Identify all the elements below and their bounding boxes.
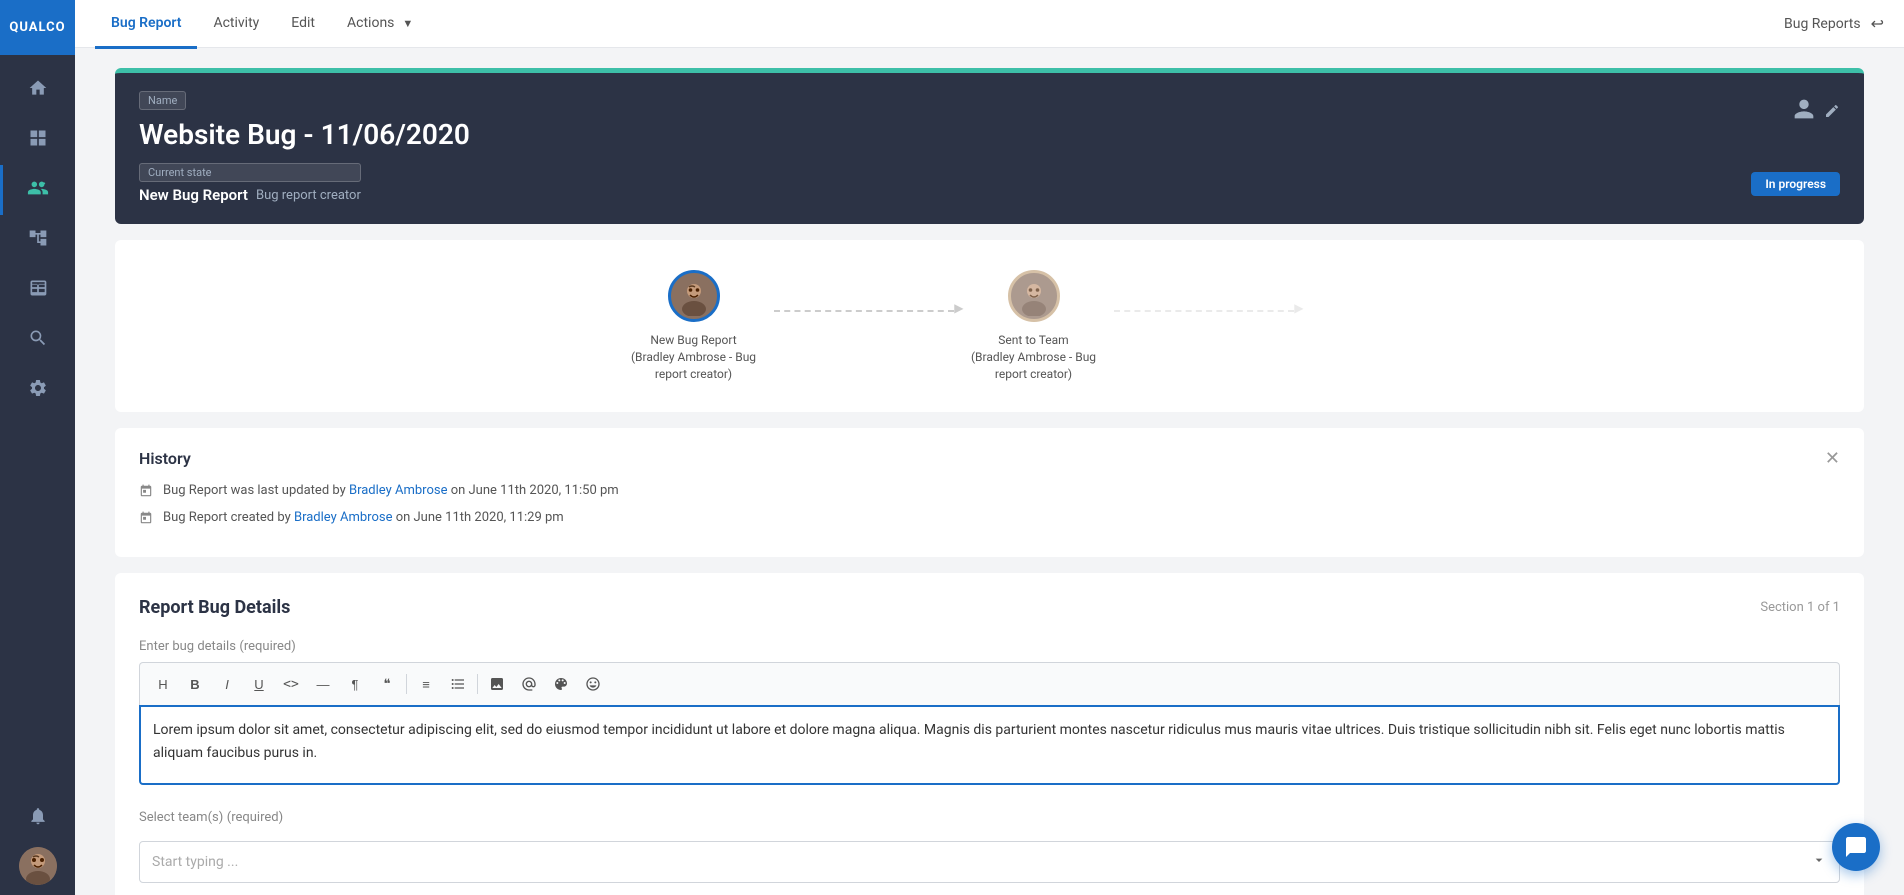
history-link-2[interactable]: Bradley Ambrose	[294, 510, 392, 525]
bug-card-inner: Name Website Bug - 11/06/2020	[115, 73, 1864, 224]
step1-label: New Bug Report (Bradley Ambrose - Bug re…	[624, 332, 764, 382]
arrow-line-2	[1114, 310, 1294, 312]
bug-card-footer: Current state New Bug Report Bug report …	[139, 163, 1840, 204]
select-teams-label: Select team(s) (required)	[139, 809, 1840, 825]
editor-toolbar: H B I U <> — ¶ ❝ ≡	[139, 662, 1840, 705]
hierarchy-icon	[28, 228, 48, 253]
form-section-header: Report Bug Details Section 1 of 1	[139, 597, 1840, 618]
sidebar-item-settings[interactable]	[0, 365, 75, 415]
top-nav-tabs: Bug Report Activity Edit Actions ▼	[95, 0, 429, 48]
history-close-button[interactable]: ✕	[1825, 448, 1840, 469]
toolbar-image[interactable]	[484, 671, 510, 697]
sidebar-item-hierarchy[interactable]	[0, 215, 75, 265]
workflow-steps: New Bug Report (Bradley Ambrose - Bug re…	[624, 270, 1356, 382]
toolbar-divider-2	[477, 674, 478, 694]
toolbar-italic[interactable]: I	[214, 671, 240, 697]
tab-actions[interactable]: Actions ▼	[331, 1, 429, 49]
tab-edit[interactable]: Edit	[275, 1, 331, 49]
history-text-1: Bug Report was last updated by Bradley A…	[163, 483, 619, 498]
search-icon	[28, 328, 48, 353]
back-icon: ↩	[1871, 14, 1884, 33]
bug-details-textarea[interactable]: Lorem ipsum dolor sit amet, consectetur …	[139, 705, 1840, 785]
history-section: History ✕ Bug Report was last updated by…	[115, 428, 1864, 557]
chevron-down-icon: ▼	[402, 17, 413, 30]
bug-details-label: Enter bug details (required)	[139, 638, 1840, 654]
workflow-step-1: New Bug Report (Bradley Ambrose - Bug re…	[624, 270, 764, 382]
bug-card-header: Name Website Bug - 11/06/2020	[115, 73, 1864, 224]
sidebar-item-notifications[interactable]	[0, 793, 75, 843]
bug-report-card: Name Website Bug - 11/06/2020	[115, 68, 1864, 224]
calendar-icon-1	[139, 484, 153, 502]
select-teams-placeholder: Start typing ...	[152, 854, 238, 870]
edit-pencil-icon[interactable]	[1824, 100, 1840, 125]
calendar-icon-2	[139, 511, 153, 529]
toolbar-hr[interactable]: —	[310, 671, 336, 697]
user-edit-icon	[1790, 95, 1818, 129]
select-teams-field[interactable]: Start typing ...	[139, 841, 1840, 883]
toolbar-ordered-list[interactable]: ≡	[413, 671, 439, 697]
content-area: Name Website Bug - 11/06/2020	[75, 48, 1904, 895]
toolbar-paragraph[interactable]: ¶	[342, 671, 368, 697]
sidebar-item-home[interactable]	[0, 65, 75, 115]
history-item-1: Bug Report was last updated by Bradley A…	[139, 483, 1840, 502]
form-section-title: Report Bug Details	[139, 597, 290, 618]
arrow-line-1	[774, 310, 954, 312]
workflow-placeholder	[1304, 300, 1356, 352]
history-item-2: Bug Report created by Bradley Ambrose on…	[139, 510, 1840, 529]
workflow-section: New Bug Report (Bradley Ambrose - Bug re…	[115, 240, 1864, 412]
avatar[interactable]	[19, 847, 57, 885]
tab-bug-report[interactable]: Bug Report	[95, 1, 197, 49]
user-check-icon	[27, 177, 49, 204]
settings-icon	[28, 378, 48, 403]
workflow-arrow-1	[764, 310, 964, 312]
step2-label: Sent to Team (Bradley Ambrose - Bug repo…	[964, 332, 1104, 382]
toolbar-bold[interactable]: B	[182, 671, 208, 697]
history-header: History ✕	[139, 448, 1840, 469]
step2-avatar	[1008, 270, 1060, 322]
bell-icon	[28, 806, 48, 831]
form-section-info: Section 1 of 1	[1760, 600, 1840, 615]
tab-activity[interactable]: Activity	[197, 1, 275, 49]
state-name: New Bug Report	[139, 186, 248, 204]
state-info: Current state New Bug Report Bug report …	[139, 163, 361, 204]
main-area: Bug Report Activity Edit Actions ▼ Bug R…	[75, 0, 1904, 895]
chevron-down-icon-select	[1811, 852, 1827, 872]
toolbar-color[interactable]	[548, 671, 574, 697]
workflow-arrow-2	[1104, 310, 1304, 312]
toolbar-underline[interactable]: U	[246, 671, 272, 697]
sidebar-bottom	[0, 793, 75, 895]
status-badge: In progress	[1751, 172, 1840, 196]
home-icon	[28, 78, 48, 103]
app-logo: QUALCO	[0, 0, 75, 55]
history-link-1[interactable]: Bradley Ambrose	[349, 483, 447, 498]
name-label: Name	[139, 91, 186, 110]
form-section: Report Bug Details Section 1 of 1 Enter …	[115, 573, 1864, 895]
current-state-label: Current state	[139, 163, 361, 182]
state-sub: Bug report creator	[256, 188, 361, 203]
sidebar-item-search[interactable]	[0, 315, 75, 365]
top-nav: Bug Report Activity Edit Actions ▼ Bug R…	[75, 0, 1904, 48]
history-title: History	[139, 449, 191, 468]
sidebar-item-grid[interactable]	[0, 115, 75, 165]
step1-avatar	[668, 270, 720, 322]
table-icon	[28, 278, 48, 303]
history-text-2: Bug Report created by Bradley Ambrose on…	[163, 510, 564, 525]
toolbar-mention[interactable]	[516, 671, 542, 697]
toolbar-heading[interactable]: H	[150, 671, 176, 697]
sidebar-item-table[interactable]	[0, 265, 75, 315]
grid-icon	[28, 128, 48, 153]
sidebar-item-users[interactable]	[0, 165, 75, 215]
sidebar: QUALCO	[0, 0, 75, 895]
workflow-step-2: Sent to Team (Bradley Ambrose - Bug repo…	[964, 270, 1104, 382]
toolbar-emoji[interactable]	[580, 671, 606, 697]
bug-title: Website Bug - 11/06/2020	[139, 118, 470, 151]
chat-button[interactable]	[1832, 823, 1880, 871]
sidebar-nav	[0, 55, 75, 793]
toolbar-unordered-list[interactable]	[445, 671, 471, 697]
toolbar-code[interactable]: <>	[278, 671, 304, 697]
toolbar-quote[interactable]: ❝	[374, 671, 400, 697]
toolbar-divider-1	[406, 674, 407, 694]
bug-reports-back-button[interactable]: Bug Reports ↩	[1784, 14, 1884, 33]
